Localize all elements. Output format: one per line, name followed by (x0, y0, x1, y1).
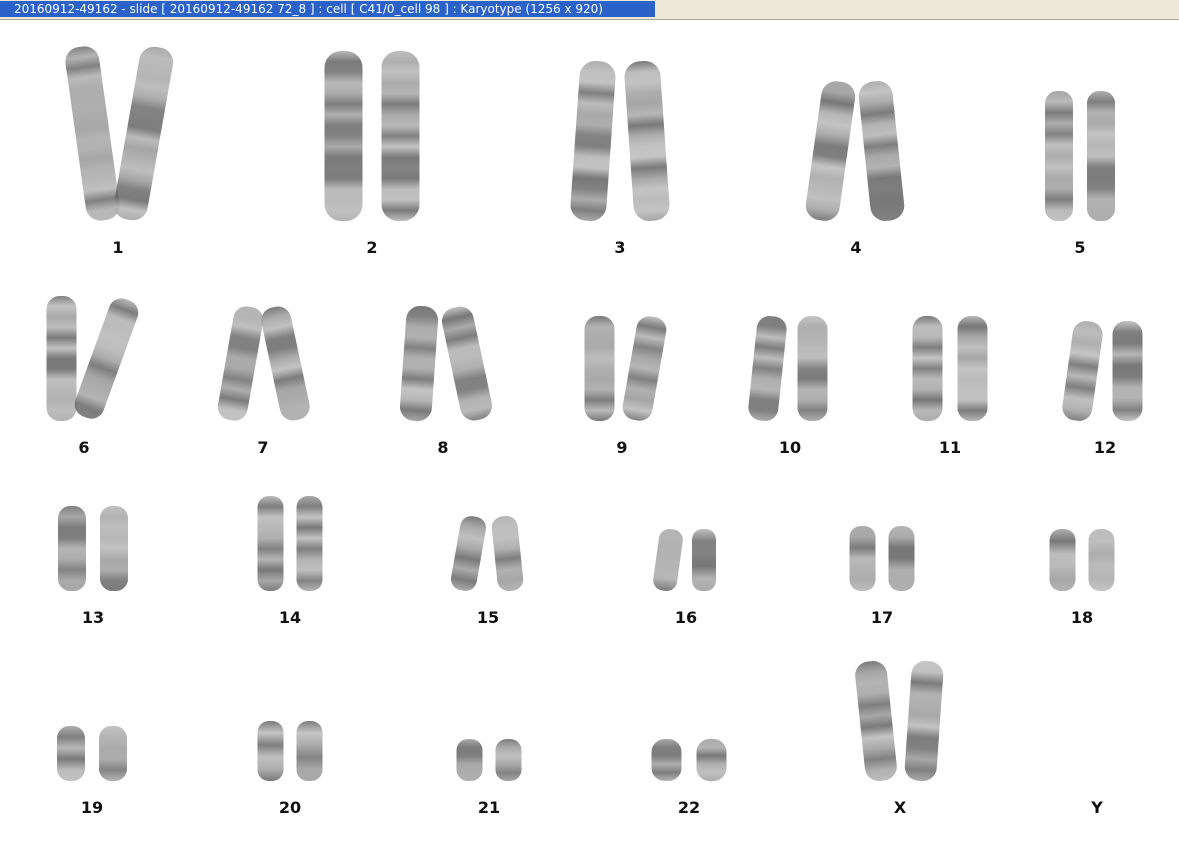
chromosome-14-a[interactable] (257, 496, 284, 591)
chromosome-label-4: 4 (850, 238, 862, 257)
chromosome-18-a[interactable] (1049, 529, 1076, 591)
chromosome-image-18 (1049, 529, 1115, 591)
chromosome-x-a[interactable] (854, 660, 898, 783)
chromosome-image-20 (257, 721, 323, 781)
chromosome-label-16: 16 (674, 608, 698, 627)
chromosome-20-a[interactable] (257, 721, 284, 781)
chromosome-x-b[interactable] (904, 660, 944, 782)
chromosome-image-12 (1061, 319, 1143, 422)
chromosome-19-b[interactable] (99, 726, 127, 781)
chromosome-11-a[interactable] (912, 316, 943, 421)
chromosome-image-17 (849, 526, 915, 591)
chromosome-label-x: X (893, 798, 907, 817)
chromosome-label-15: 15 (476, 608, 500, 627)
chromosome-21-b[interactable] (495, 739, 522, 781)
chromosome-22-a[interactable] (651, 739, 682, 781)
chromosome-12-b[interactable] (1112, 321, 1143, 421)
chromosome-image-2 (324, 51, 420, 221)
chromosome-13-a[interactable] (58, 506, 86, 591)
chromosome-2-a[interactable] (324, 51, 363, 221)
chromosome-label-14: 14 (278, 608, 302, 627)
chromosome-image-4 (804, 79, 905, 223)
chromosome-label-22: 22 (677, 798, 701, 817)
chromosome-19-a[interactable] (57, 726, 85, 781)
chromosome-1-a[interactable] (63, 44, 121, 222)
chromosome-image-22 (651, 739, 727, 781)
chromosome-8-b[interactable] (439, 304, 494, 423)
chromosome-9-a[interactable] (584, 316, 615, 421)
chromosome-5-a[interactable] (1045, 91, 1073, 221)
chromosome-image-7 (216, 304, 312, 423)
chromosome-7-a[interactable] (216, 304, 266, 422)
chromosome-image-6 (46, 296, 139, 421)
chromosome-17-a[interactable] (849, 526, 876, 591)
chromosome-15-a[interactable] (449, 514, 488, 592)
chromosome-8-a[interactable] (399, 305, 439, 422)
chromosome-label-20: 20 (278, 798, 302, 817)
chromosome-2-b[interactable] (381, 51, 420, 221)
chromosome-image-8 (399, 304, 494, 423)
chromosome-label-6: 6 (78, 438, 90, 457)
chromosome-21-a[interactable] (456, 739, 483, 781)
chromosome-14-b[interactable] (296, 496, 323, 591)
chromosome-17-b[interactable] (888, 526, 915, 591)
chromosome-4-a[interactable] (804, 79, 857, 222)
chromosome-image-x (854, 660, 944, 783)
chromosome-7-b[interactable] (259, 304, 312, 423)
chromosome-label-y: Y (1091, 798, 1103, 817)
chromosome-image-11 (912, 316, 988, 421)
chromosome-16-b[interactable] (692, 529, 716, 591)
chromosome-label-8: 8 (437, 438, 449, 457)
chromosome-image-14 (257, 496, 323, 591)
window-title: 20160912-49162 - slide [ 20160912-49162 … (0, 1, 655, 17)
chromosome-6-b[interactable] (71, 295, 142, 423)
window-title-bar[interactable]: 20160912-49162 - slide [ 20160912-49162 … (0, 0, 1179, 20)
chromosome-15-b[interactable] (491, 515, 525, 592)
chromosome-3-b[interactable] (623, 60, 670, 222)
karyotype-canvas: 1 2 3 4 5 6 7 8 9 10 11 12 13 14 15 16 17 18 19 20 21 22 X Y (0, 20, 1179, 857)
chromosome-20-b[interactable] (296, 721, 323, 781)
chromosome-18-b[interactable] (1088, 529, 1115, 591)
chromosome-image-10 (747, 315, 828, 423)
chromosome-label-10: 10 (778, 438, 802, 457)
chromosome-10-b[interactable] (797, 316, 828, 421)
chromosome-label-9: 9 (616, 438, 628, 457)
chromosome-16-a[interactable] (652, 528, 684, 593)
chromosome-22-b[interactable] (696, 739, 727, 781)
chromosome-4-b[interactable] (857, 80, 905, 223)
chromosome-label-11: 11 (938, 438, 962, 457)
chromosome-3-a[interactable] (569, 60, 616, 222)
chromosome-label-21: 21 (477, 798, 501, 817)
chromosome-image-1 (63, 44, 176, 222)
chromosome-1-b[interactable] (112, 44, 176, 222)
chromosome-label-2: 2 (366, 238, 378, 257)
chromosome-11-b[interactable] (957, 316, 988, 421)
chromosome-5-b[interactable] (1087, 91, 1115, 221)
chromosome-image-19 (57, 726, 127, 781)
chromosome-6-a[interactable] (46, 296, 77, 421)
chromosome-image-9 (584, 314, 669, 423)
chromosome-image-13 (58, 506, 128, 591)
chromosome-image-5 (1045, 91, 1115, 221)
chromosome-image-3 (569, 60, 670, 222)
chromosome-10-a[interactable] (747, 315, 788, 423)
chromosome-label-13: 13 (81, 608, 105, 627)
chromosome-label-17: 17 (870, 608, 894, 627)
chromosome-9-b[interactable] (621, 314, 669, 423)
chromosome-13-b[interactable] (100, 506, 128, 591)
chromosome-label-5: 5 (1074, 238, 1086, 257)
chromosome-label-12: 12 (1093, 438, 1117, 457)
chromosome-image-21 (456, 739, 522, 781)
chromosome-image-16 (652, 528, 716, 593)
chromosome-label-1: 1 (112, 238, 124, 257)
chromosome-12-a[interactable] (1061, 319, 1105, 422)
chromosome-label-19: 19 (80, 798, 104, 817)
chromosome-image-15 (449, 514, 525, 592)
chromosome-label-7: 7 (257, 438, 269, 457)
chromosome-label-18: 18 (1070, 608, 1094, 627)
chromosome-label-3: 3 (614, 238, 626, 257)
